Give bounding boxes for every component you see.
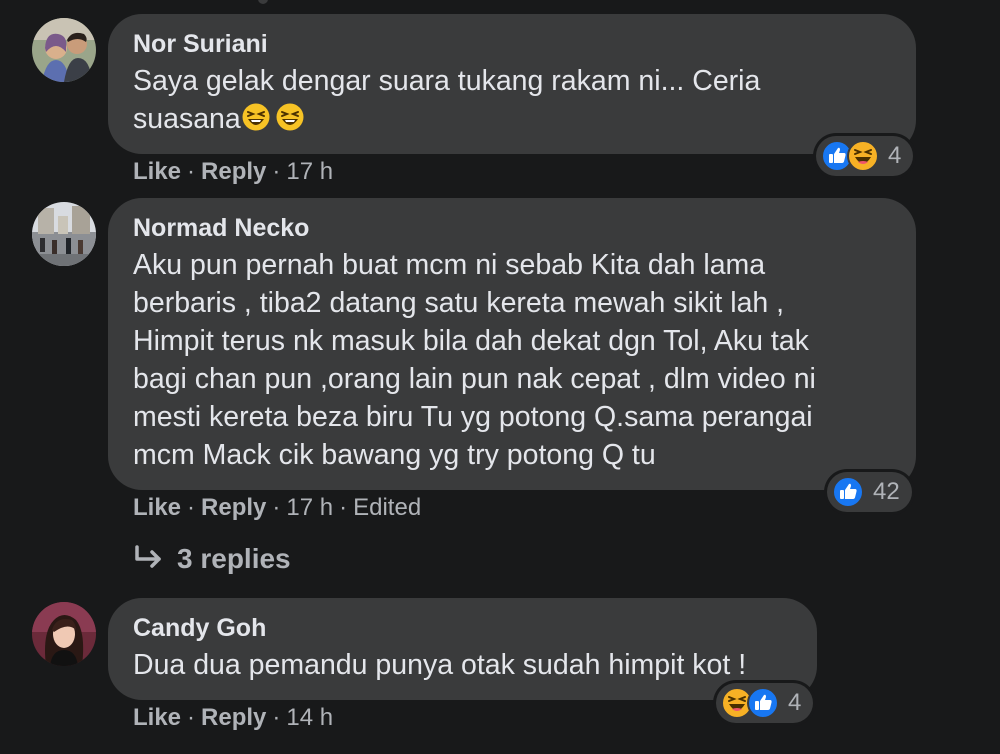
reaction-count: 4 [788,689,802,716]
separator-dot: · [272,704,281,731]
like-reaction-icon [831,475,865,509]
comment-timestamp[interactable]: 17 h [286,158,333,185]
separator-dot: · [187,494,196,521]
separator-dot: · [187,158,196,185]
comment-timestamp[interactable]: 17 h [286,494,333,521]
reaction-count: 4 [888,142,902,169]
reaction-summary[interactable]: 42 [827,472,912,512]
comment-author[interactable]: Normad Necko [133,212,892,244]
comment-timestamp[interactable]: 14 h [286,704,333,731]
comment-author[interactable]: Nor Suriani [133,28,892,60]
comment-actions: Like · Reply · 17 h · Edited [133,493,421,523]
avatar-nor-suriani[interactable] [32,18,96,82]
profile-photo [32,602,96,666]
like-link[interactable]: Like [133,704,181,731]
comment-text: Dua dua pemandu punya otak sudah himpit … [133,649,747,681]
reaction-summary[interactable]: 4 [716,683,814,723]
reply-link[interactable]: Reply [201,494,266,521]
comment-author[interactable]: Candy Goh [133,612,793,644]
reply-link[interactable]: Reply [201,704,266,731]
separator-dot: · [272,158,281,185]
comment-actions: Like · Reply · 14 h [133,703,333,733]
reply-link[interactable]: Reply [201,158,266,185]
avatar-candy-goh[interactable] [32,602,96,666]
comment-actions: Like · Reply · 17 h [133,157,333,187]
edited-label[interactable]: Edited [353,494,421,521]
reaction-count: 42 [873,478,900,505]
reaction-summary[interactable]: 4 [816,136,914,176]
comment-bubble: Nor Suriani Saya gelak dengar suara tuka… [108,14,916,154]
comment-text: Saya gelak dengar suara tukang rakam ni.… [133,62,892,138]
comment-text: Aku pun pernah buat mcm ni sebab Kita da… [133,249,816,471]
separator-dot: · [339,494,348,521]
laughing-emoji-icon [241,102,271,132]
laughing-emoji-icon [275,102,305,132]
profile-photo [32,18,96,82]
like-link[interactable]: Like [133,158,181,185]
previous-comment-stub [258,0,268,4]
separator-dot: · [272,494,281,521]
reply-arrow-icon [135,545,161,568]
haha-reaction-icon [846,139,880,173]
view-replies-link[interactable]: 3 replies [133,543,291,575]
separator-dot: · [187,704,196,731]
comment-text-line: suasana [133,103,241,135]
comment-bubble: Candy Goh Dua dua pemandu punya otak sud… [108,598,817,700]
replies-count-label: 3 replies [177,543,291,574]
profile-photo [32,202,96,266]
like-reaction-icon [746,686,780,720]
avatar-normad-necko[interactable] [32,202,96,266]
comment-bubble: Normad Necko Aku pun pernah buat mcm ni … [108,198,916,490]
like-link[interactable]: Like [133,494,181,521]
comment-text-line: Saya gelak dengar suara tukang rakam ni.… [133,65,761,97]
